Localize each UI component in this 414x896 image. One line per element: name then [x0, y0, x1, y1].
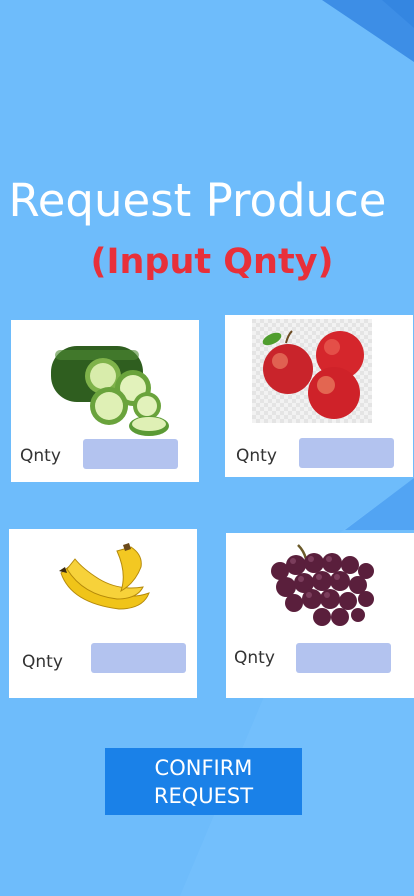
cucumber-qty-input[interactable] [83, 439, 178, 469]
page-title: Request Produce [8, 174, 387, 227]
produce-card-grapes: Qnty [226, 533, 414, 698]
bananas-image [59, 543, 150, 610]
qty-label: Qnty [22, 652, 63, 672]
grapes-image [271, 544, 374, 626]
apples-qty-input[interactable] [299, 438, 394, 468]
page-subtitle: (Input Qnty) [90, 242, 334, 282]
apples-image [252, 319, 372, 423]
qty-label: Qnty [20, 446, 61, 466]
confirm-request-button[interactable]: CONFIRM REQUEST [105, 748, 302, 815]
produce-card-apples: Qnty [225, 315, 413, 477]
produce-card-cucumber: Qnty [11, 320, 199, 482]
grapes-qty-input[interactable] [296, 643, 391, 673]
cucumber-image [51, 346, 169, 436]
bananas-qty-input[interactable] [91, 643, 186, 673]
qty-label: Qnty [234, 648, 275, 668]
qty-label: Qnty [236, 446, 277, 466]
produce-card-bananas: Qnty [9, 529, 197, 698]
